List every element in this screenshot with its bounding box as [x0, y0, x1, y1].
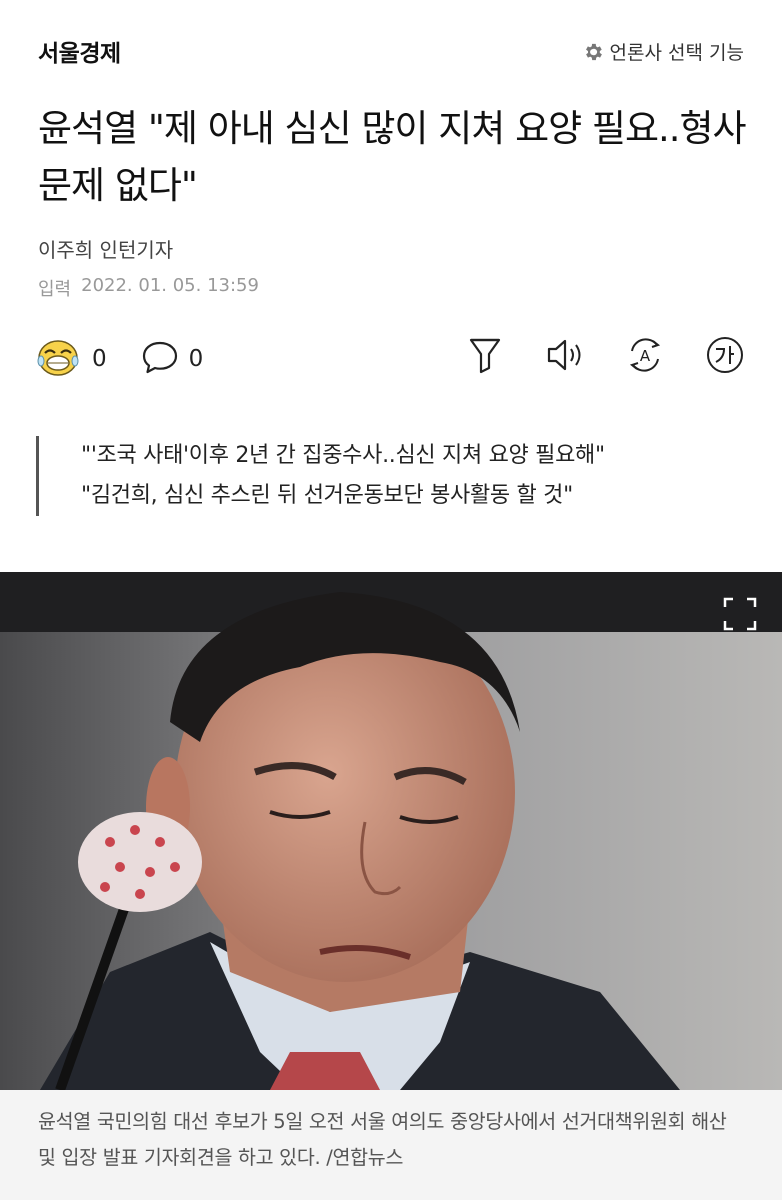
translate-icon: A [624, 335, 666, 379]
speaker-icon [545, 337, 585, 377]
article-photo[interactable] [0, 572, 782, 1090]
article-summary: "'조국 사태'이후 2년 간 집중수사..심신 지쳐 요양 필요해" "김건희… [36, 436, 746, 516]
article-tools: A [464, 336, 746, 378]
photo-caption: 윤석열 국민의힘 대선 후보가 5일 오전 서울 여의도 중앙당사에서 선거대책… [0, 1090, 782, 1200]
date-label: 입력 [38, 279, 72, 300]
font-size-button[interactable] [704, 336, 746, 378]
listen-button[interactable] [544, 336, 586, 378]
date-value: 2022. 01. 05. 13:59 [81, 275, 259, 296]
reaction-count: 0 [92, 346, 107, 372]
font-size-icon [705, 335, 745, 379]
summary-line-1: "'조국 사태'이후 2년 간 집중수사..심신 지쳐 요양 필요해" [81, 443, 605, 468]
reaction-bar: 0 0 [36, 336, 237, 382]
translate-button[interactable]: A [624, 336, 666, 378]
svg-text:A: A [640, 347, 651, 365]
photo-illustration [0, 572, 782, 1090]
comment-count: 0 [188, 346, 204, 372]
expand-icon [722, 597, 758, 636]
press-name[interactable]: 서울경제 [38, 34, 121, 68]
gear-icon [582, 41, 604, 63]
comment-button[interactable]: 0 [141, 338, 204, 380]
date-row: 입력 2022. 01. 05. 13:59 [38, 275, 259, 301]
comment-bubble-icon [141, 338, 179, 380]
summary-funnel-icon [468, 336, 502, 378]
press-select-label: 언론사 선택 기능 [609, 42, 744, 64]
summary-button[interactable] [464, 336, 506, 378]
article-title: 윤석열 "제 아내 심신 많이 지쳐 요양 필요..형사 문제 없다" [38, 107, 747, 207]
author-name[interactable]: 이주희 인턴기자 [38, 234, 173, 263]
emoji-reaction-icon [36, 336, 82, 382]
top-bar: 서울경제 언론사 선택 기능 [0, 0, 782, 100]
summary-line-2: "김건희, 심신 추스린 뒤 선거운동보단 봉사활동 할 것" [81, 483, 573, 508]
press-select-button[interactable]: 언론사 선택 기능 [582, 38, 744, 65]
reaction-button[interactable]: 0 [36, 336, 107, 382]
expand-button[interactable] [722, 596, 758, 632]
